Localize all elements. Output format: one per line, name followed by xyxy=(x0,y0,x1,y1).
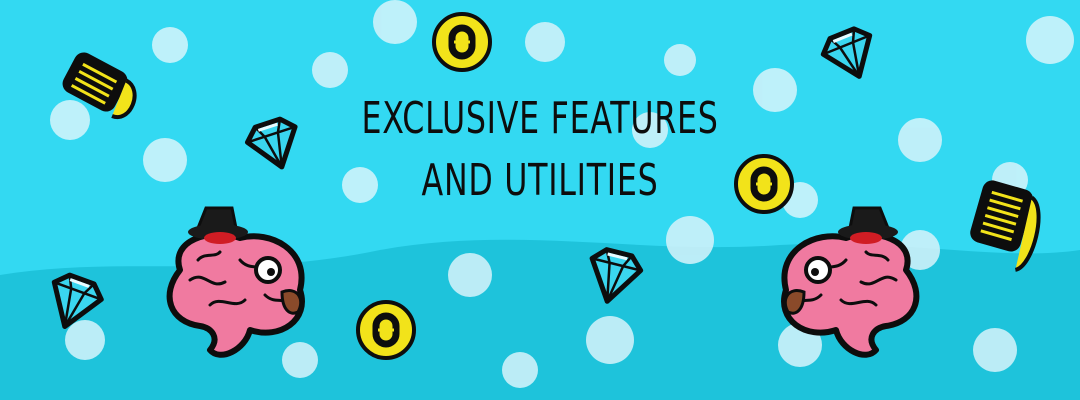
coin-stack-icon xyxy=(62,52,137,120)
diamond-icon xyxy=(245,116,298,170)
title-line-2: and utilities xyxy=(421,155,659,206)
brain-with-hat-icon xyxy=(166,206,305,358)
title-line-1: Exclusive features xyxy=(361,93,719,144)
coin-icon xyxy=(356,300,416,360)
coin-stack-icon xyxy=(970,180,1041,272)
coin-icon xyxy=(432,12,492,72)
brain-with-hat-icon xyxy=(781,206,920,358)
features-banner: Exclusive features and utilities xyxy=(0,0,1080,400)
banner-title: Exclusive features and utilities xyxy=(360,88,720,212)
diamond-icon xyxy=(51,272,104,330)
diamond-icon xyxy=(820,26,873,79)
diamond-icon xyxy=(589,247,644,304)
